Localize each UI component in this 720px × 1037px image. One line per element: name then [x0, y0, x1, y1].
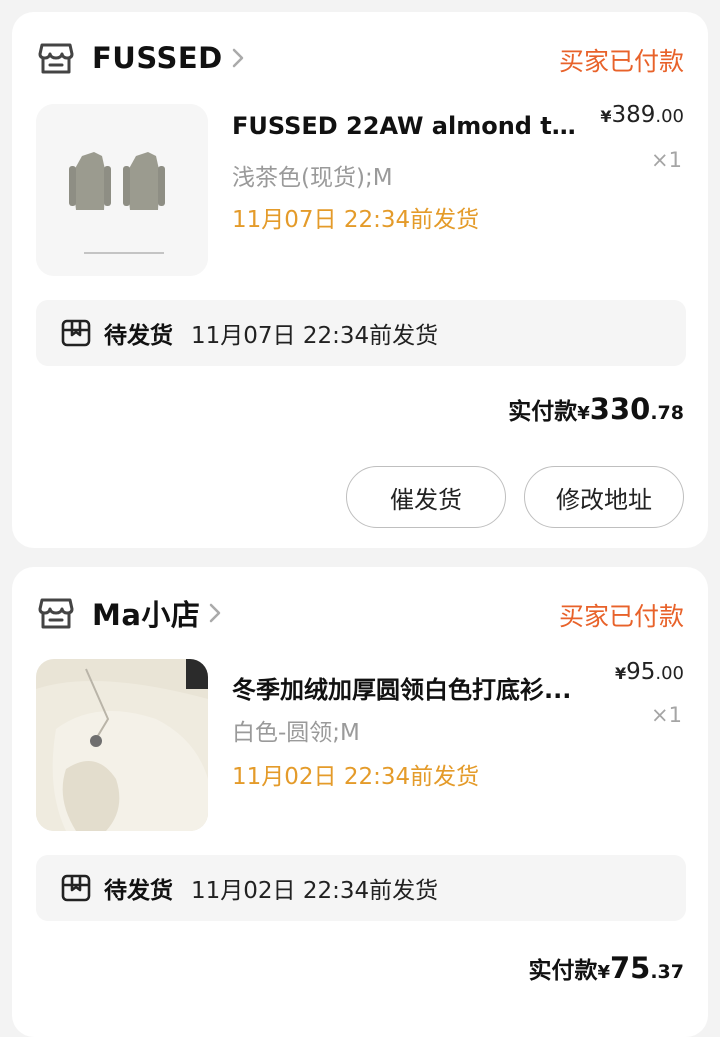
paid-amount: 实付款¥330.78: [508, 392, 684, 426]
price-dec: .00: [655, 663, 684, 684]
package-icon: [61, 874, 91, 902]
store-name: Ma小店: [92, 598, 201, 632]
ship-label: 待发货: [104, 323, 173, 349]
paid-dec: .78: [650, 402, 684, 424]
order-status: 买家已付款: [558, 47, 684, 76]
store-header[interactable]: Ma小店: [38, 593, 222, 633]
ship-time: 11月07日 22:34前发货: [191, 323, 439, 349]
store-name: FUSSED: [92, 41, 223, 75]
ship-time: 11月02日 22:34前发货: [191, 878, 439, 904]
order-card[interactable]: Ma小店 买家已付款 冬季加绒加厚圆领白色打底衫... 白色-圆领;M 11月0…: [12, 567, 708, 1037]
store-icon: [38, 598, 74, 629]
store-header[interactable]: FUSSED: [38, 38, 245, 78]
product-image[interactable]: [36, 104, 208, 276]
paid-amount: 实付款¥75.37: [528, 951, 684, 985]
product-spec: 浅茶色(现货);M: [232, 165, 393, 191]
product-spec: 白色-圆领;M: [232, 720, 360, 746]
paid-symbol: ¥: [597, 962, 610, 983]
store-icon: [38, 43, 74, 74]
product-title[interactable]: FUSSED 22AW almond te...: [232, 112, 592, 140]
chevron-right-icon: [210, 603, 221, 623]
ship-label: 待发货: [104, 878, 173, 904]
package-icon: [61, 319, 91, 347]
product-title[interactable]: 冬季加绒加厚圆领白色打底衫...: [232, 670, 592, 705]
product-quantity: ×1: [651, 703, 682, 727]
price-symbol: ¥: [614, 664, 627, 683]
order-card[interactable]: FUSSED 买家已付款 FUSSED 22AW almond te... 浅茶…: [12, 12, 708, 548]
price-dec: .00: [655, 106, 684, 127]
paid-label: 实付款: [508, 399, 578, 425]
ship-deadline: 11月07日 22:34前发货: [232, 207, 480, 233]
paid-dec: .37: [650, 961, 684, 983]
price-symbol: ¥: [600, 107, 612, 126]
price-int: 389: [611, 102, 656, 128]
product-price: ¥389.00: [600, 102, 684, 128]
modify-address-button[interactable]: 修改地址: [524, 466, 684, 528]
product-quantity: ×1: [651, 148, 682, 172]
ship-deadline: 11月02日 22:34前发货: [232, 764, 480, 790]
product-image[interactable]: [36, 659, 208, 831]
paid-symbol: ¥: [577, 403, 590, 424]
paid-label: 实付款: [528, 958, 598, 984]
paid-int: 75: [609, 951, 651, 985]
price-int: 95: [626, 659, 656, 685]
product-price: ¥95.00: [615, 659, 684, 685]
paid-int: 330: [589, 392, 651, 426]
shipping-status-bar[interactable]: 待发货 11月07日 22:34前发货: [36, 300, 686, 366]
urge-shipping-button[interactable]: 催发货: [346, 466, 506, 528]
shipping-status-bar[interactable]: 待发货 11月02日 22:34前发货: [36, 855, 686, 921]
order-status: 买家已付款: [558, 602, 684, 631]
chevron-right-icon: [232, 48, 243, 68]
